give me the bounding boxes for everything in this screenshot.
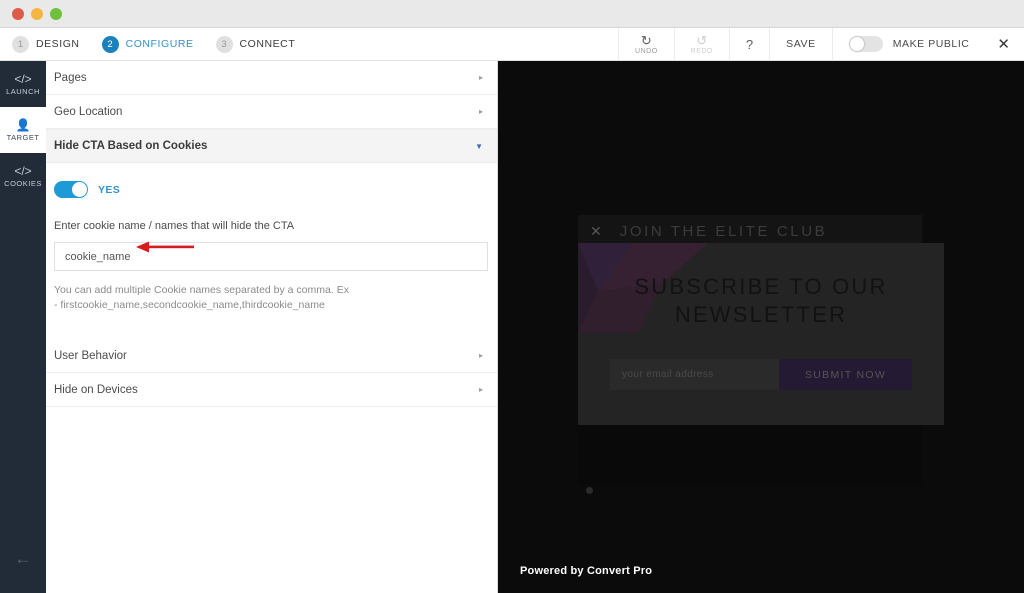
preview-handle-dot [586,487,593,494]
preview-popup-title: JOIN THE ELITE CLUB [619,222,828,240]
preview-heading: SUBSCRIBE TO OUR NEWSLETTER [578,273,944,329]
accordion-label: Pages [54,71,87,84]
rail-item-label: COOKIES [4,178,42,188]
code-icon: </> [14,71,32,86]
accordion-label: Geo Location [54,105,123,118]
rail-item-cookies[interactable]: </> COOKIES [0,153,46,199]
preview-background-strip [578,425,922,485]
undo-label: UNDO [635,47,658,55]
question-mark-icon: ? [745,36,754,52]
redo-icon: ↺ [696,32,708,48]
undo-icon: ↻ [640,32,652,48]
wizard-step-design[interactable]: 1 DESIGN [12,35,80,53]
chevron-right-icon: ▸ [478,107,483,116]
chevron-right-icon: ▸ [478,385,483,394]
left-rail: </> LAUNCH 👤 TARGET </> COOKIES ← [0,61,46,593]
accordion-row-geo-location[interactable]: Geo Location ▸ [46,95,497,129]
step-label: CONFIGURE [125,38,194,50]
make-public-label: MAKE PUBLIC [892,38,970,50]
save-label: SAVE [786,38,816,50]
accordion-label: Hide CTA Based on Cookies [54,140,208,152]
rail-back-button[interactable]: ← [0,549,46,569]
cookie-name-help-text: You can add multiple Cookie names separa… [54,284,349,311]
wizard-step-connect[interactable]: 3 CONNECT [215,35,296,53]
redo-button[interactable]: ↺ REDO [673,27,729,61]
cookie-name-field-label: Enter cookie name / names that will hide… [54,220,295,232]
step-label: DESIGN [36,38,80,50]
close-window-button[interactable] [12,7,24,20]
make-public-toggle[interactable]: MAKE PUBLIC [831,27,984,61]
accordion-label: User Behavior [54,349,127,362]
window-controls [12,7,62,20]
redo-label: REDO [690,47,713,55]
rail-item-launch[interactable]: </> LAUNCH [0,61,46,107]
accordion-label: Hide on Devices [54,383,138,396]
arrow-left-icon: ← [14,549,32,568]
preview-submit-button[interactable]: SUBMIT NOW [779,359,912,390]
wizard-step-configure[interactable]: 2 CONFIGURE [101,35,194,53]
chevron-right-icon: ▸ [478,73,483,82]
save-button[interactable]: SAVE [769,27,832,61]
step-number: 1 [12,35,29,53]
chevron-down-icon: ▼ [475,141,483,151]
step-number: 3 [215,35,233,53]
preview-email-input[interactable] [610,359,779,390]
undo-button[interactable]: ↻ UNDO [618,27,674,61]
toggle-switch-off[interactable] [848,36,883,52]
toolbar-actions: ↻ UNDO ↺ REDO ? SAVE MAKE PUBLIC ✕ [618,27,1024,61]
window-titlebar [0,0,1024,28]
settings-panel: Pages ▸ Geo Location ▸ Hide CTA Based on… [46,61,498,593]
step-label: CONNECT [239,38,296,50]
close-icon: ✕ [997,36,1010,53]
rail-item-label: TARGET [6,132,40,142]
accordion-row-user-behavior[interactable]: User Behavior ▸ [46,339,497,373]
step-number: 2 [101,35,119,53]
preview-footer-credit: Powered by Convert Pro [520,565,653,577]
preview-popup-body: SUBSCRIBE TO OUR NEWSLETTER SUBMIT NOW [578,243,944,425]
accordion-row-hide-cta-based-on-cookies[interactable]: Hide CTA Based on Cookies ▼ [46,129,497,163]
minimize-window-button[interactable] [31,7,43,20]
accordion-body-cookies: YES Enter cookie name / names that will … [46,163,497,339]
app-window: 1 DESIGN 2 CONFIGURE 3 CONNECT ↻ UNDO ↺ … [0,0,1024,593]
enable-cookie-hiding-toggle[interactable] [54,181,88,198]
preview-subscribe-form: SUBMIT NOW [610,359,912,390]
preview-heading-line-1: SUBSCRIBE TO OUR [634,274,888,299]
cookie-name-input[interactable] [54,242,488,271]
preview-popup-close-icon[interactable]: ✕ [590,223,602,240]
zoom-window-button[interactable] [50,7,62,20]
code-icon: </> [14,163,32,178]
accordion-row-hide-on-devices[interactable]: Hide on Devices ▸ [46,373,497,407]
preview-canvas: ✕ JOIN THE ELITE CLUB SUBSCRIBE TO OUR N… [498,61,1024,593]
close-editor-button[interactable]: ✕ [983,28,1024,61]
person-icon: 👤 [15,117,31,132]
enable-cookie-hiding-toggle-group: YES [54,181,489,198]
top-toolbar: 1 DESIGN 2 CONFIGURE 3 CONNECT ↻ UNDO ↺ … [0,27,1024,61]
rail-item-label: LAUNCH [6,86,40,96]
preview-heading-line-2: NEWSLETTER [674,302,848,327]
chevron-right-icon: ▸ [478,351,483,360]
toggle-state-label: YES [98,183,121,196]
rail-item-target[interactable]: 👤 TARGET [0,107,46,153]
wizard-steps: 1 DESIGN 2 CONFIGURE 3 CONNECT [0,35,296,53]
accordion-row-pages[interactable]: Pages ▸ [46,61,497,95]
help-button[interactable]: ? [728,27,769,61]
